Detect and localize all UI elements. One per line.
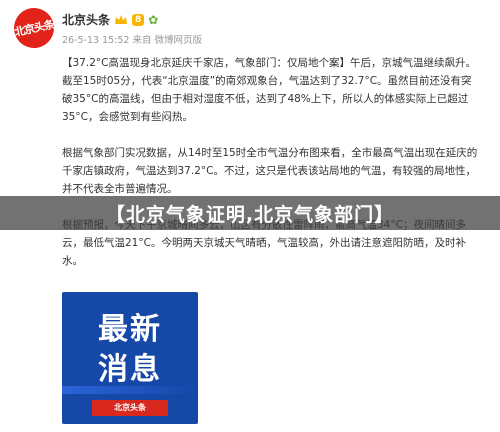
avatar[interactable]: 北京头条 <box>10 4 58 52</box>
post-meta: 26-5-13 15:52 来自 微博网页版 <box>62 35 203 46</box>
image-line-2: 消息 <box>98 352 162 387</box>
user-line: 北京头条 8 ✿ <box>62 11 158 28</box>
vip-badge: 8 <box>132 13 145 26</box>
post-header: 北京头条 北京头条 8 ✿ 26-5-13 15:52 来自 微博网页版 <box>10 4 486 52</box>
username[interactable]: 北京头条 <box>62 11 110 28</box>
post-content: 【37.2°C高温现身北京延庆千家店，气象部门：仅局地个案】午后，京城气温继续飙… <box>62 54 482 288</box>
post-paragraph-1: 【37.2°C高温现身北京延庆千家店，气象部门：仅局地个案】午后，京城气温继续飙… <box>62 57 476 123</box>
post-image[interactable]: 最新 消息 北京头条 <box>62 292 198 424</box>
image-line-1: 最新 <box>98 312 162 347</box>
post-paragraph-2: 根据气象部门实况数据，从14时至15时全市气温分布图来看，全市最高气温出现在延庆… <box>62 147 478 195</box>
avatar-text: 北京头条 <box>13 17 56 40</box>
crown-icon <box>115 14 128 24</box>
image-headline: 最新 消息 <box>62 310 198 390</box>
image-logo: 北京头条 <box>92 400 168 416</box>
image-stripe <box>62 386 198 394</box>
sprout-icon: ✿ <box>148 12 159 27</box>
title-banner: 【北京气象证明,北京气象部门】 <box>0 196 500 230</box>
banner-text: 【北京气象证明,北京气象部门】 <box>105 203 395 226</box>
